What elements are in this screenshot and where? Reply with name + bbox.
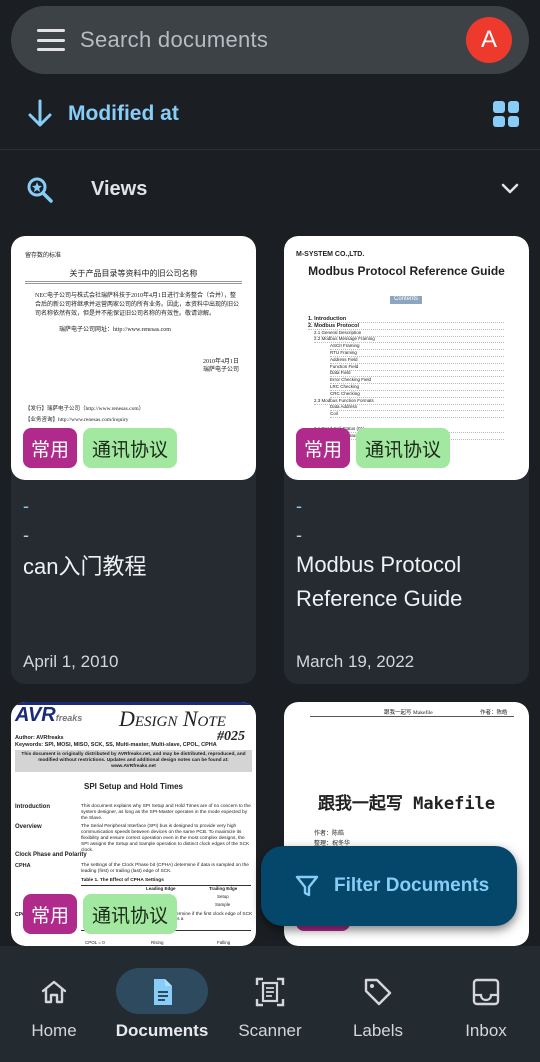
thumb-footer: 【发行】瑞萨电子公司（http://www.renesas.com） — [25, 406, 145, 412]
thumb-site: 瑞萨电子公司网址：http://www.renesas.com — [59, 327, 171, 333]
thumb-paragraph: The settings of the Clock Phase bit (CPH… — [81, 863, 249, 874]
document-title: can入门教程 — [23, 554, 147, 579]
document-date: March 19, 2022 — [296, 652, 415, 671]
views-label: Views — [91, 178, 148, 200]
document-type-placeholder: - — [296, 525, 302, 545]
thumb-section: Overview — [15, 824, 42, 830]
scanner-icon — [255, 977, 285, 1007]
sort-label[interactable]: Modified at — [68, 102, 179, 126]
thumb-table-cell: Rising — [151, 940, 164, 945]
thumb-paragraph: The Serial Peripheral Interface (SPI) bu… — [81, 824, 250, 853]
nav-item-inbox[interactable]: Inbox — [432, 946, 540, 1062]
bottom-navigation: Home Documents Scanner Labels Inbox — [0, 946, 540, 1062]
thumb-author: Author: AVRfreaks — [15, 735, 64, 741]
thumb-toc-line: Coil — [330, 411, 504, 419]
document-icon — [154, 979, 172, 1005]
document-date: April 1, 2010 — [23, 652, 119, 671]
thumb-keywords: Keywords: SPI, MOSI, MISO, SCK, SS, Mult… — [15, 742, 217, 748]
thumb-table-cell: Setup — [217, 894, 229, 899]
nav-item-documents[interactable]: Documents — [108, 946, 216, 1062]
filter-documents-button[interactable]: Filter Documents — [261, 846, 517, 926]
thumb-contents: Contents — [390, 296, 422, 304]
document-card[interactable]: 留存数的标准 关于产品目录等资料中的旧公司名称 NEC电子公司与株式会社瑞萨科技… — [11, 236, 256, 684]
correspondent-placeholder: - — [296, 496, 302, 516]
home-icon — [41, 980, 67, 1004]
document-title: Modbus Protocol Reference Guide — [296, 552, 463, 611]
thumb-author: 作者：陈皓 — [314, 831, 345, 837]
filter-documents-label: Filter Documents — [334, 875, 490, 896]
tag-chip[interactable]: 常用 — [296, 428, 350, 468]
thumb-table-cell: Falling — [217, 940, 231, 945]
grid-view-icon[interactable] — [493, 101, 519, 127]
saved-search-icon — [27, 177, 53, 203]
tag-chip[interactable]: 通讯协议 — [356, 428, 450, 468]
nav-label: Labels — [352, 1021, 404, 1040]
thumb-notice: This document is originally distributed … — [21, 752, 246, 769]
inbox-icon — [472, 978, 500, 1006]
thumb-header: 跟我一起写 Makefile — [384, 710, 433, 716]
tag-chip[interactable]: 常用 — [23, 428, 77, 468]
thumb-title: Design Note — [119, 706, 226, 731]
document-card[interactable]: AVRfreaks Design Note #025 Author: AVRfr… — [11, 702, 256, 946]
views-row[interactable]: Views — [0, 166, 540, 212]
thumb-header: 作者：陈皓 — [480, 710, 508, 716]
thumb-body: NEC电子公司与株式会社瑞萨科技于2010年4月1日进行业务整合（合并），整合后… — [35, 293, 240, 317]
thumb-table-cell: CPOL = 0 — [85, 940, 105, 945]
thumb-header: 留存数的标准 — [25, 253, 62, 259]
document-type-placeholder: - — [23, 525, 29, 545]
document-thumbnail: 留存数的标准 关于产品目录等资料中的旧公司名称 NEC电子公司与株式会社瑞萨科技… — [11, 236, 256, 480]
thumb-heading: 关于产品目录等资料中的旧公司名称 — [69, 269, 198, 278]
nav-item-scanner[interactable]: Scanner — [216, 946, 324, 1062]
nav-label: Documents — [115, 1021, 209, 1040]
nav-label: Scanner — [238, 1021, 302, 1040]
tag-chip[interactable]: 常用 — [23, 894, 77, 934]
thumb-section: CPHA — [15, 863, 31, 869]
tag-chip[interactable]: 通讯协议 — [83, 428, 177, 468]
nav-item-labels[interactable]: Labels — [324, 946, 432, 1062]
divider — [0, 149, 540, 150]
thumb-table-cell: Leading Edge — [146, 886, 176, 891]
document-thumbnail: M-SYSTEM CO.,LTD. Modbus Protocol Refere… — [284, 236, 529, 480]
search-bar[interactable]: Search documents A — [11, 6, 529, 74]
thumb-title: 跟我一起写 Makefile — [317, 794, 496, 814]
thumb-brand: AVRfreaks — [15, 704, 83, 726]
thumb-footer: 【业务咨询】http://www.renesas.com/inquiry — [25, 417, 129, 423]
thumb-company: 瑞萨电子公司 — [203, 367, 240, 373]
nav-item-home[interactable]: Home — [0, 946, 108, 1062]
search-input[interactable]: Search documents — [80, 27, 268, 53]
thumb-paragraph: ermine if the first clock edge of SCK is… — [176, 912, 253, 922]
thumb-table-cell: Trailing Edge — [209, 886, 238, 891]
filter-icon — [295, 875, 319, 897]
document-thumbnail: AVRfreaks Design Note #025 Author: AVRfr… — [11, 702, 256, 946]
nav-label: Home — [31, 1021, 77, 1040]
chevron-down-icon[interactable] — [500, 180, 520, 198]
arrow-down-icon[interactable] — [26, 98, 54, 130]
thumb-title: Modbus Protocol Reference Guide — [308, 264, 505, 278]
thumb-table-cell: Sample — [215, 902, 231, 907]
menu-icon[interactable] — [37, 29, 65, 51]
label-tag-icon — [364, 978, 392, 1006]
thumb-paragraph: This document explains why SPI Setup and… — [81, 804, 251, 821]
correspondent-placeholder: - — [23, 496, 29, 516]
document-card[interactable]: M-SYSTEM CO.,LTD. Modbus Protocol Refere… — [284, 236, 529, 684]
thumb-caption: Table 1. The Effect of CPHA Settings — [81, 878, 164, 883]
avatar[interactable]: A — [466, 17, 512, 63]
thumb-section: Introduction — [15, 804, 50, 810]
sort-row: Modified at — [0, 92, 540, 136]
thumb-heading: SPI Setup and Hold Times — [84, 782, 183, 791]
thumb-section: Clock Phase and Polarity — [15, 852, 87, 858]
thumb-logo: M-SYSTEM CO.,LTD. — [296, 251, 365, 258]
tag-chip[interactable]: 通讯协议 — [83, 894, 177, 934]
nav-label: Inbox — [465, 1021, 507, 1040]
